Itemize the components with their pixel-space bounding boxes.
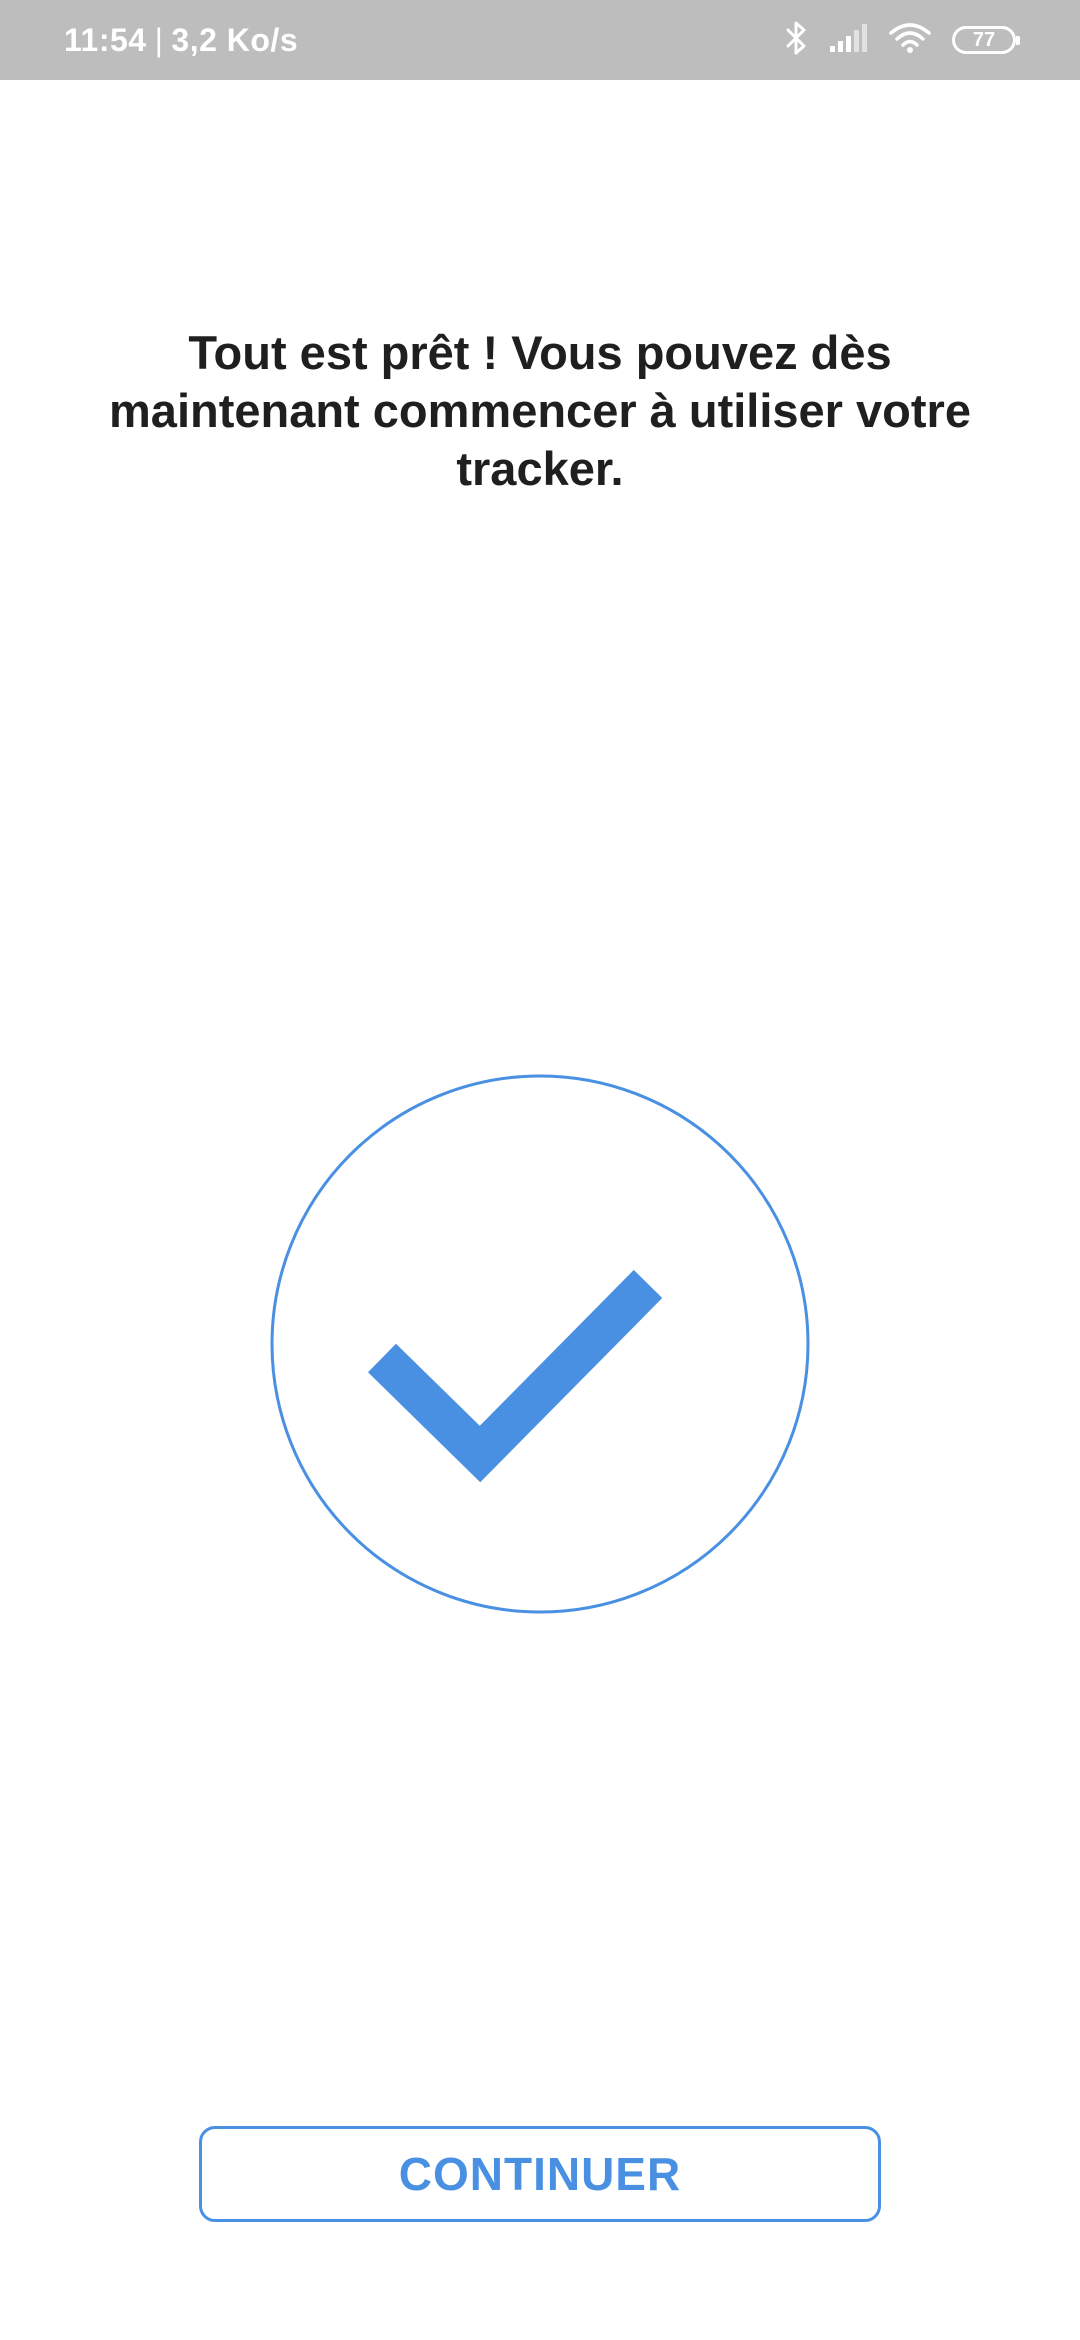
network-speed: 3,2 Ko/s (171, 21, 299, 58)
status-left: 11:54 | 3,2 Ko/s (64, 0, 298, 80)
signal-icon (828, 22, 868, 59)
wifi-icon (888, 21, 932, 60)
status-separator: | (154, 21, 164, 58)
bluetooth-icon (784, 20, 808, 61)
status-time: 11:54 (64, 21, 147, 58)
continue-button[interactable]: CONTINUER (199, 2126, 881, 2222)
status-bar: 11:54 | 3,2 Ko/s 77 (0, 0, 1080, 80)
battery-icon: 77 (952, 26, 1020, 54)
battery-level: 77 (972, 28, 996, 51)
success-message: Tout est prêt ! Vous pouvez dès maintena… (109, 326, 971, 495)
checkmark-circle-icon (270, 1074, 810, 1614)
checkmark-icon (368, 1269, 663, 1483)
status-right: 77 (784, 0, 1020, 80)
success-circle (270, 1074, 810, 1614)
